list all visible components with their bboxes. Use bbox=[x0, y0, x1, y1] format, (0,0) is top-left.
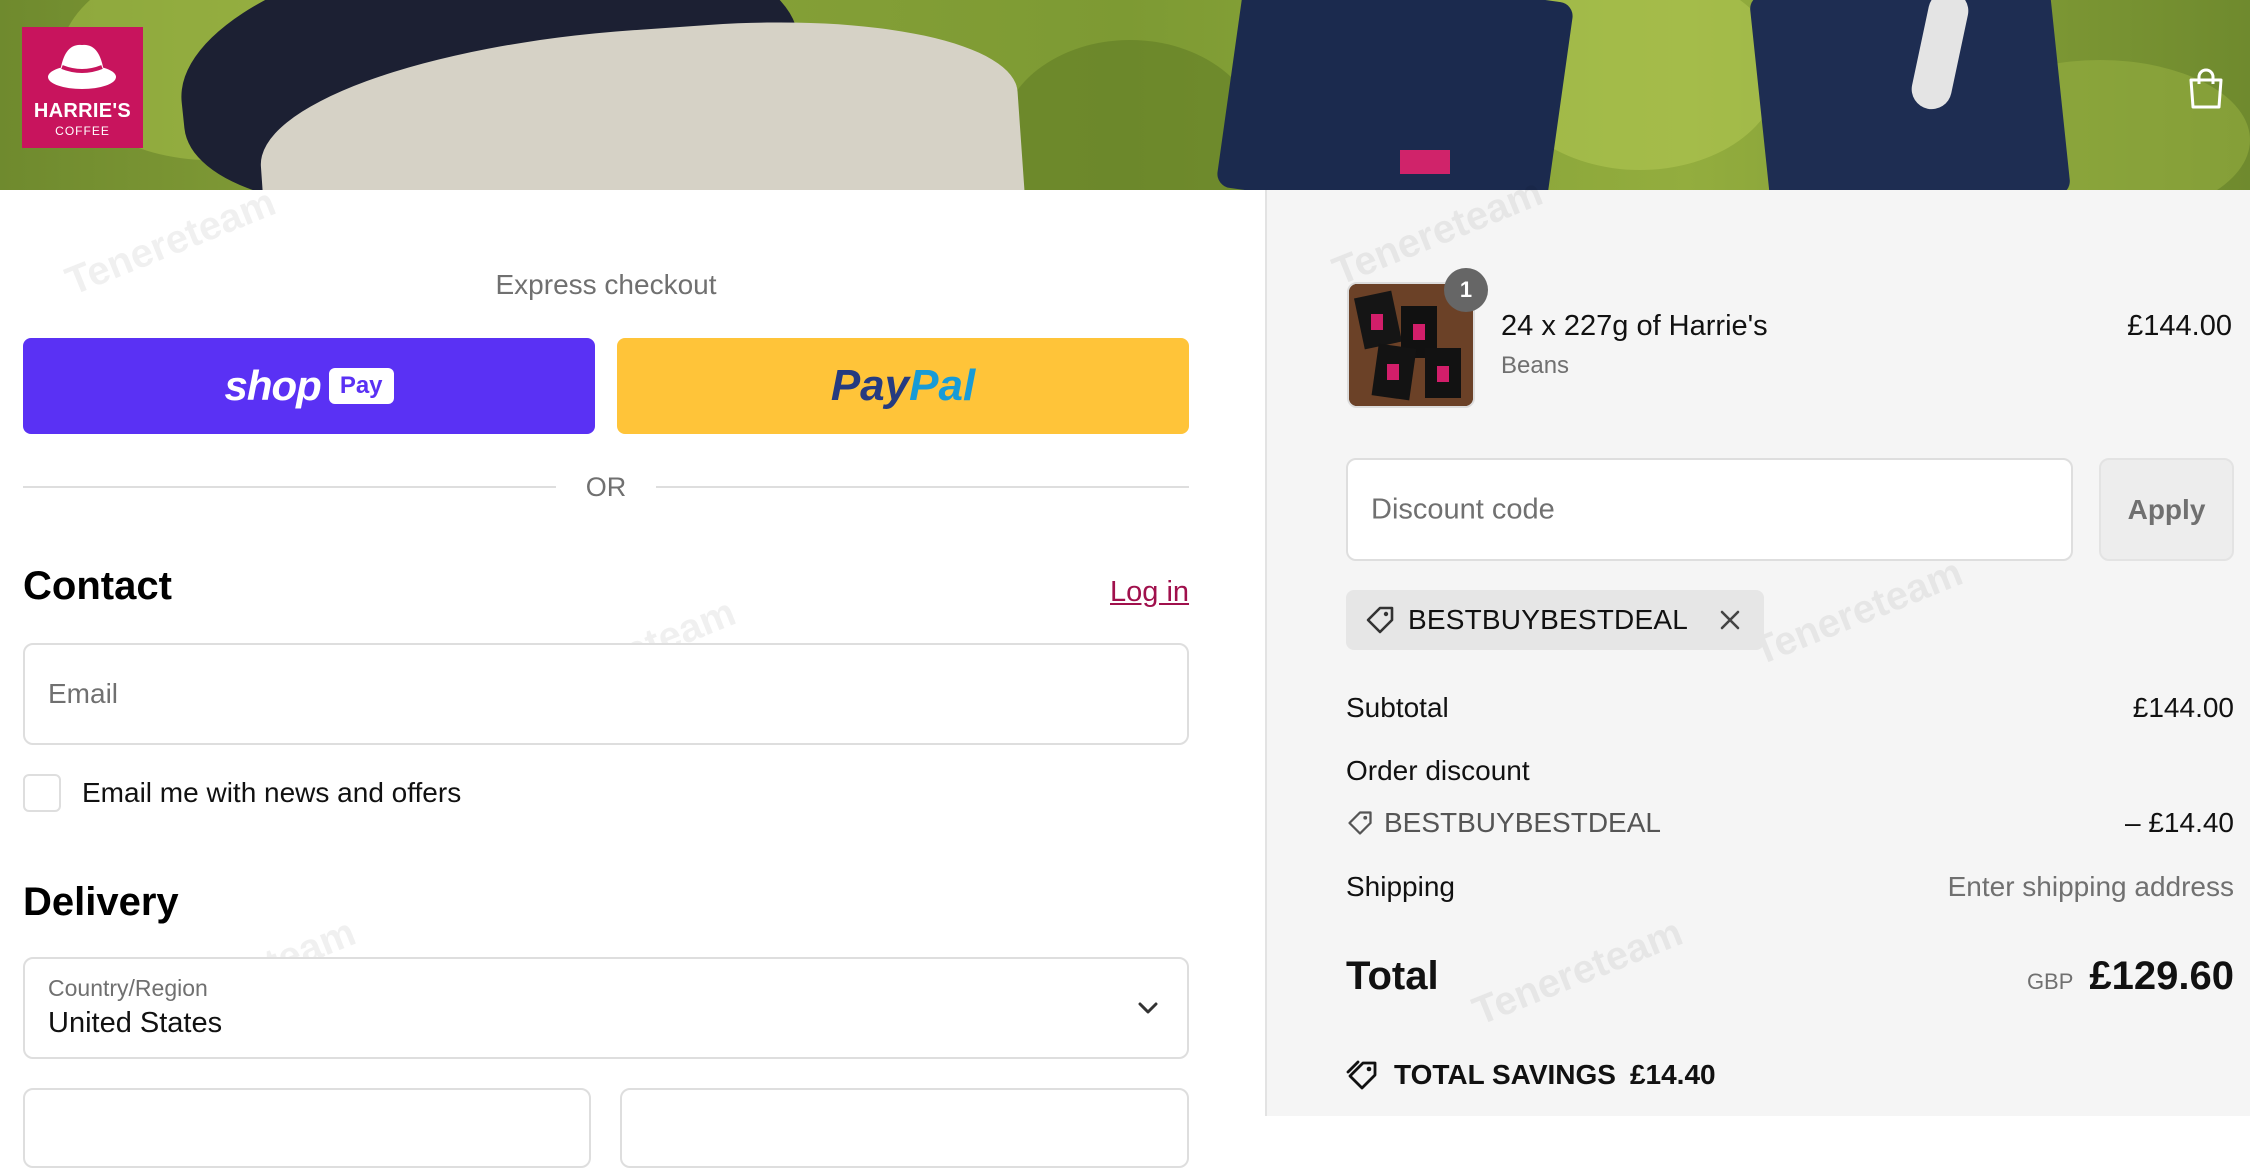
discount-code-input[interactable]: Discount code bbox=[1346, 458, 2073, 561]
shipping-label: Shipping bbox=[1346, 871, 1455, 902]
hat-icon bbox=[48, 44, 116, 89]
or-label: OR bbox=[585, 471, 627, 502]
shopping-bag-icon[interactable] bbox=[2186, 66, 2226, 110]
news-checkbox[interactable] bbox=[23, 774, 61, 812]
applied-code: BESTBUYBESTDEAL bbox=[1408, 604, 1688, 635]
first-name-field[interactable] bbox=[23, 1088, 591, 1168]
paypal-wordmark-a: Pay bbox=[830, 361, 910, 410]
product-variant: Beans bbox=[1501, 352, 1570, 379]
product-price: £144.00 bbox=[2127, 310, 2232, 342]
chevron-down-icon bbox=[1138, 1002, 1158, 1014]
delivery-heading: Delivery bbox=[23, 880, 179, 924]
paypal-wordmark-b: Pal bbox=[909, 361, 976, 410]
tag-icon bbox=[1348, 811, 1372, 835]
or-divider: OR bbox=[23, 472, 1189, 502]
email-placeholder: Email bbox=[48, 678, 119, 709]
discount-value: – £14.40 bbox=[2125, 807, 2234, 838]
currency-code: GBP bbox=[2026, 969, 2074, 994]
total-amount: GBP £129.60 bbox=[2027, 954, 2234, 999]
order-summary: Tenereteam Tenereteam Tenereteam 1 24 x … bbox=[1265, 170, 2250, 1116]
total-value: £129.60 bbox=[2089, 954, 2234, 998]
shipping-row: Shipping Enter shipping address bbox=[1346, 871, 2234, 903]
contact-heading: Contact bbox=[23, 564, 172, 608]
checkout-form: Tenereteam Tenereteam Tenereteam Express… bbox=[0, 180, 1265, 1168]
discount-code-line: BESTBUYBESTDEAL bbox=[1346, 807, 1661, 839]
order-discount-label: Order discount bbox=[1346, 755, 1530, 786]
shop-pay-wordmark: shop bbox=[224, 362, 321, 409]
shop-pay-button[interactable]: shop Pay bbox=[23, 338, 595, 434]
subtotal-row: Subtotal £144.00 bbox=[1346, 692, 2234, 724]
news-optin: Email me with news and offers bbox=[23, 774, 461, 812]
country-select[interactable]: Country/Region United States bbox=[23, 957, 1189, 1059]
quantity-badge: 1 bbox=[1444, 268, 1488, 312]
apply-button[interactable]: Apply bbox=[2099, 458, 2234, 561]
divider-line bbox=[656, 486, 1189, 488]
login-link[interactable]: Log in bbox=[1110, 576, 1189, 609]
savings-label: TOTAL SAVINGS bbox=[1394, 1059, 1616, 1090]
country-value: United States bbox=[48, 1007, 223, 1039]
banner-bag-label bbox=[1400, 150, 1450, 174]
total-row: Total GBP £129.60 bbox=[1346, 954, 2234, 999]
remove-discount-icon[interactable] bbox=[1718, 608, 1742, 632]
country-label: Country/Region bbox=[48, 975, 208, 1001]
harries-logo[interactable]: HARRIE'S COFFEE bbox=[22, 27, 143, 148]
order-discount-row: Order discount bbox=[1346, 755, 2234, 787]
total-label: Total bbox=[1346, 954, 1439, 998]
logo-subtitle: COFFEE bbox=[55, 124, 110, 138]
news-checkbox-label: Email me with news and offers bbox=[82, 777, 462, 808]
discount-code-label: BESTBUYBESTDEAL bbox=[1384, 807, 1661, 838]
banner-coffee-bag bbox=[1748, 0, 2072, 190]
applied-discount-chip: BESTBUYBESTDEAL bbox=[1346, 590, 1764, 650]
paypal-button[interactable]: Pay Pal bbox=[617, 338, 1189, 434]
logo-wordmark: HARRIE'S bbox=[33, 100, 132, 122]
header-banner: HARRIE'S COFFEE bbox=[0, 0, 2250, 190]
subtotal-value: £144.00 bbox=[2132, 692, 2234, 723]
discount-placeholder: Discount code bbox=[1371, 493, 1555, 525]
divider-line bbox=[23, 486, 556, 488]
savings-tag-icon bbox=[1346, 1060, 1377, 1090]
discount-code-row: BESTBUYBESTDEAL – £14.40 bbox=[1346, 807, 2234, 839]
savings-value: £14.40 bbox=[1629, 1059, 1716, 1090]
banner-coffee-bag bbox=[1215, 0, 1575, 190]
express-checkout-title: Express checkout bbox=[495, 269, 717, 300]
shop-pay-pill: Pay bbox=[328, 368, 394, 404]
product-name: 24 x 227g of Harrie's bbox=[1501, 310, 1768, 342]
last-name-field[interactable] bbox=[620, 1088, 1189, 1168]
shipping-value: Enter shipping address bbox=[1947, 871, 2234, 902]
watermark: Tenereteam bbox=[1746, 550, 1969, 674]
tag-icon bbox=[1366, 606, 1394, 634]
total-savings: TOTAL SAVINGS £14.40 bbox=[1346, 1058, 1716, 1092]
subtotal-label: Subtotal bbox=[1346, 692, 1449, 723]
email-field[interactable]: Email bbox=[23, 643, 1189, 745]
